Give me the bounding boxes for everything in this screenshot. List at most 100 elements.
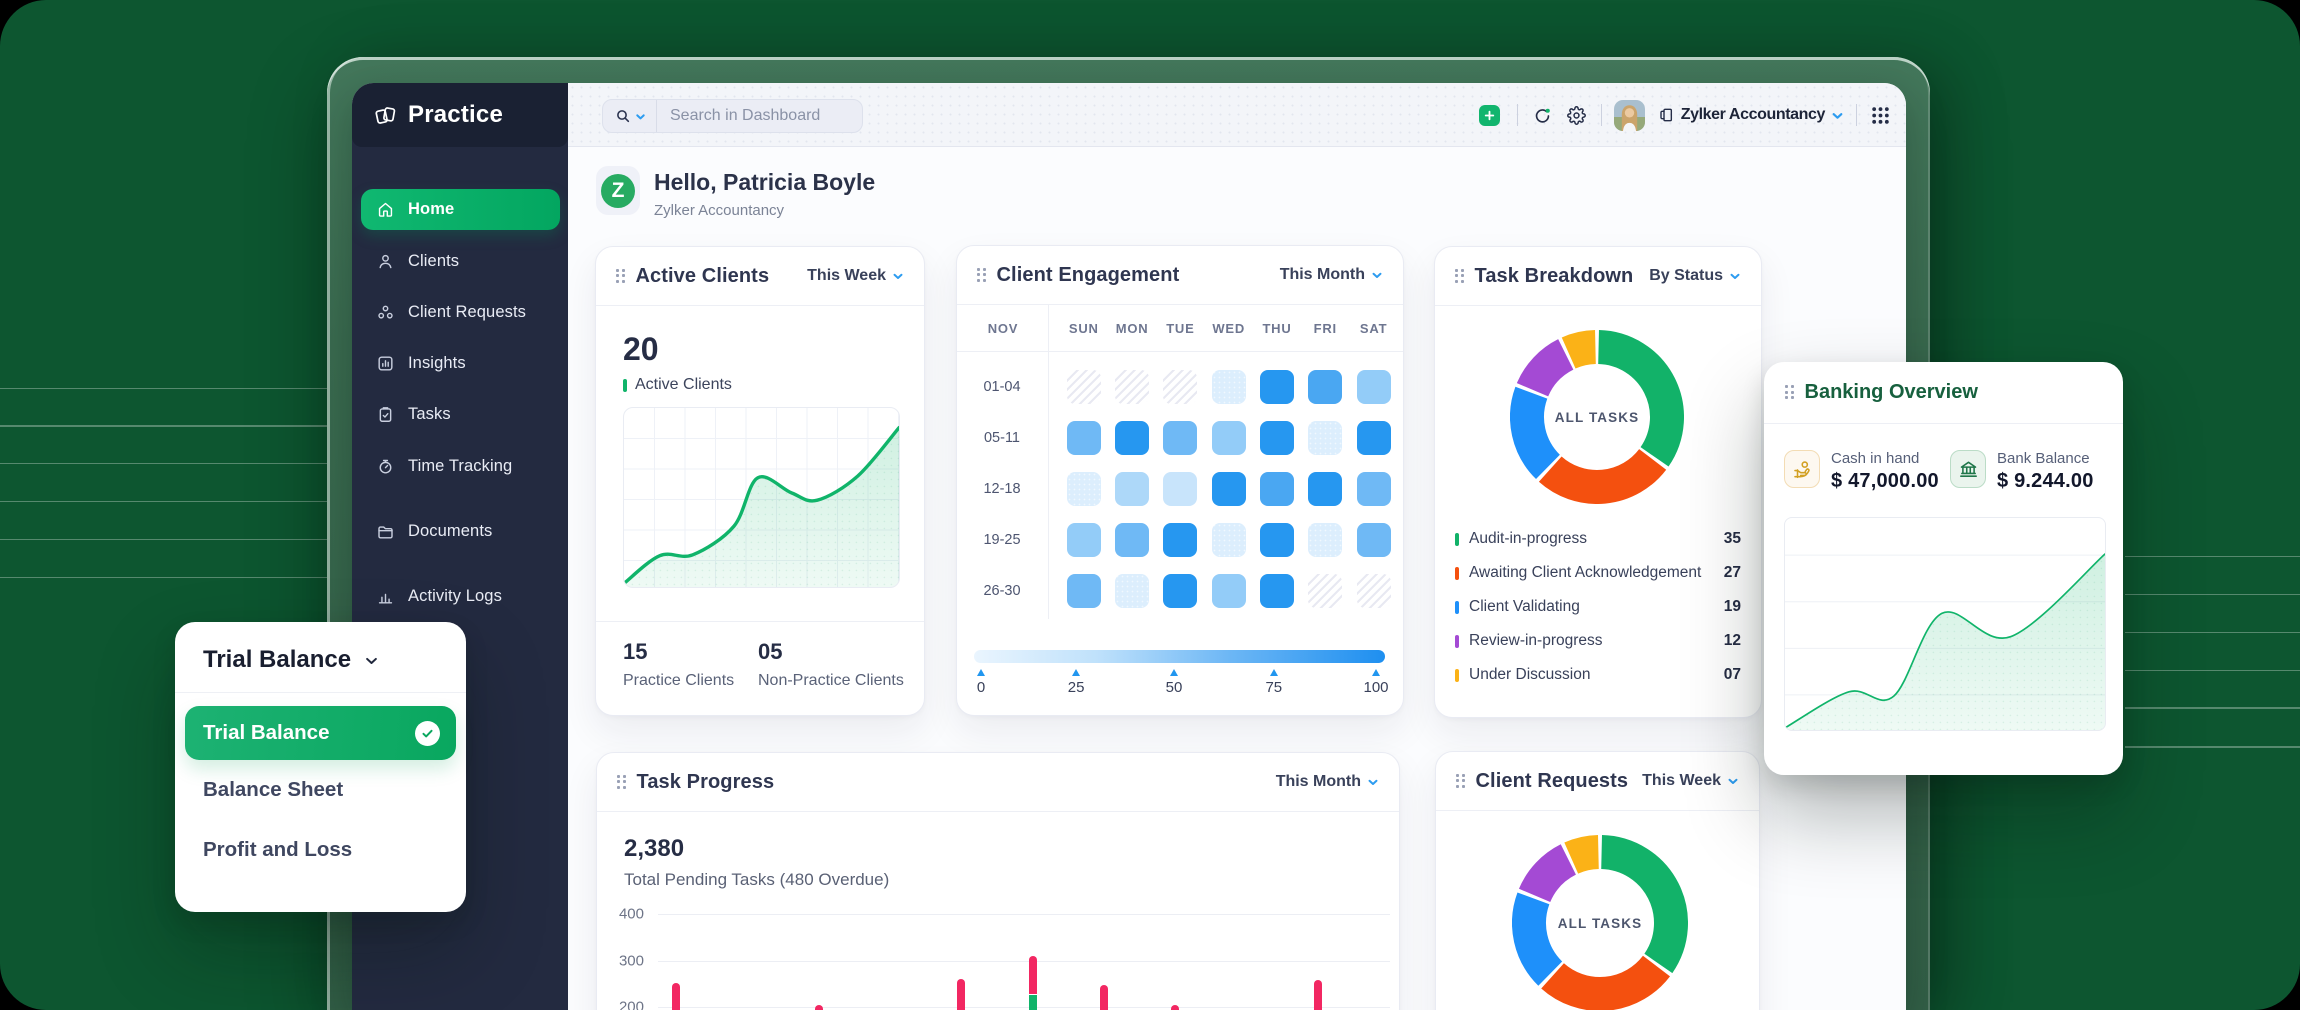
heatmap-cell[interactable] (1357, 523, 1391, 557)
topbar-divider (1856, 104, 1857, 126)
sidebar-item-clients[interactable]: Clients (361, 241, 560, 282)
banking-stats: Cash in hand $ 47,000.00 Bank Balance $ … (1784, 450, 2113, 493)
heatmap-cell[interactable] (1308, 523, 1342, 557)
heatmap-cell[interactable] (1115, 523, 1149, 557)
sidebar-item-label: Activity Logs (408, 587, 502, 606)
bar-overdue[interactable] (1171, 1005, 1179, 1010)
heatmap-cell[interactable] (1357, 370, 1391, 404)
task-progress-chart: 400 300 200 (597, 753, 1399, 1010)
dropdown-option-profit-and-loss[interactable]: Profit and Loss (185, 820, 456, 880)
bar-overdue[interactable] (957, 979, 965, 1010)
heatmap-cell[interactable] (1260, 523, 1294, 557)
search-input[interactable]: Search in Dashboard (602, 99, 863, 133)
heatmap-cell[interactable] (1212, 523, 1246, 557)
deco-line (2125, 670, 2300, 671)
bar-overdue[interactable] (1100, 985, 1108, 1010)
heatmap-cell[interactable] (1115, 421, 1149, 455)
sidebar-item-activity-logs[interactable]: Activity Logs (361, 576, 560, 617)
drag-handle-icon[interactable] (977, 268, 987, 283)
active-clients-card: Active Clients This Week 20 Active Clien… (595, 246, 925, 716)
sidebar-item-client-requests[interactable]: Client Requests (361, 292, 560, 333)
heatmap-cell[interactable] (1212, 472, 1246, 506)
dropdown-option-balance-sheet[interactable]: Balance Sheet (185, 760, 456, 820)
sidebar-item-time-tracking[interactable]: Time Tracking (361, 446, 560, 487)
trial-balance-options: Trial BalanceBalance SheetProfit and Los… (175, 693, 466, 880)
stat-value: 05 (758, 639, 904, 665)
heatmap-cell-nodata[interactable] (1115, 370, 1149, 404)
dropdown-option-trial-balance[interactable]: Trial Balance (185, 706, 456, 760)
heatmap-row-label: 05-11 (984, 430, 1020, 446)
stat-value: $ 47,000.00 (1831, 470, 1939, 493)
heatmap-cell[interactable] (1163, 472, 1197, 506)
client-engagement-filter[interactable]: This Month (1280, 266, 1383, 284)
heatmap-cell[interactable] (1067, 523, 1101, 557)
heatmap-cell[interactable] (1212, 370, 1246, 404)
stat-value: $ 9.244.00 (1997, 470, 2094, 493)
chevron-down-icon (1727, 775, 1739, 787)
apps-grid-button[interactable] (1871, 106, 1890, 125)
legend-label: Under Discussion (1469, 666, 1590, 684)
y-axis-label: 300 (598, 952, 644, 969)
legend-value: 07 (1724, 666, 1741, 684)
search-scope-dropdown[interactable] (603, 100, 657, 132)
y-axis-label: 200 (598, 998, 644, 1010)
settings-button[interactable] (1567, 106, 1586, 125)
bar-overdue[interactable] (672, 983, 680, 1010)
chevron-down-icon[interactable] (1831, 109, 1844, 122)
heatmap-cell[interactable] (1357, 421, 1391, 455)
heatmap-cell[interactable] (1067, 472, 1101, 506)
active-clients-filter[interactable]: This Week (807, 267, 904, 285)
heatmap-cell[interactable] (1115, 472, 1149, 506)
org-switcher[interactable]: Zylker Accountancy (1681, 106, 1825, 124)
user-avatar[interactable] (1614, 100, 1645, 131)
heatmap-cell-nodata[interactable] (1067, 370, 1101, 404)
heatmap-cell[interactable] (1357, 472, 1391, 506)
bar-completed[interactable] (1029, 995, 1037, 1010)
drag-handle-icon[interactable] (616, 269, 626, 284)
sidebar-item-tasks[interactable]: Tasks (361, 394, 560, 435)
drag-handle-icon[interactable] (1456, 774, 1466, 789)
heatmap-cell-nodata[interactable] (1308, 574, 1342, 608)
heatmap-cell[interactable] (1163, 523, 1197, 557)
heatmap-cell[interactable] (1163, 421, 1197, 455)
heatmap-cell[interactable] (1308, 472, 1342, 506)
sidebar-item-home[interactable]: Home (361, 189, 560, 230)
heatmap-cell[interactable] (1115, 574, 1149, 608)
heatmap-cell[interactable] (1067, 421, 1101, 455)
heatmap-cell[interactable] (1260, 574, 1294, 608)
colorbar-tick-icon (1372, 669, 1380, 676)
heatmap-cell[interactable] (1308, 421, 1342, 455)
client-engagement-header: Client Engagement This Month (957, 246, 1403, 305)
active-clients-chart (623, 407, 900, 588)
drag-handle-icon[interactable] (1785, 385, 1795, 400)
heatmap-cell[interactable] (1260, 472, 1294, 506)
legend-label: Review-in-progress (1469, 632, 1603, 650)
heatmap-cell[interactable] (1163, 574, 1197, 608)
drag-handle-icon[interactable] (1455, 269, 1465, 284)
heatmap-cell-nodata[interactable] (1357, 574, 1391, 608)
trial-balance-header[interactable]: Trial Balance (175, 622, 466, 693)
heatmap-row-label: 12-18 (983, 481, 1020, 497)
sync-button[interactable] (1533, 106, 1552, 125)
sidebar-item-insights[interactable]: Insights (361, 343, 560, 384)
bar-overdue[interactable] (1314, 980, 1322, 1010)
add-new-button[interactable] (1479, 105, 1500, 126)
sidebar-item-label: Client Requests (408, 303, 526, 322)
deco-line (0, 463, 328, 464)
heatmap-cell[interactable] (1260, 370, 1294, 404)
heatmap-cell[interactable] (1067, 574, 1101, 608)
bar-overdue[interactable] (1029, 956, 1037, 994)
bar-overdue[interactable] (815, 1005, 823, 1010)
heatmap-cell-nodata[interactable] (1163, 370, 1197, 404)
heatmap-cell[interactable] (1260, 421, 1294, 455)
client-requests-filter[interactable]: This Week (1642, 772, 1739, 790)
active-clients-value-label: Active Clients (623, 376, 732, 394)
sidebar-item-documents[interactable]: Documents (361, 511, 560, 552)
task-breakdown-filter[interactable]: By Status (1649, 267, 1741, 285)
colorbar-tick-icon (1270, 669, 1278, 676)
app-logo[interactable]: Practice (352, 83, 568, 147)
heatmap-cell[interactable] (1212, 574, 1246, 608)
heatmap-cell[interactable] (1212, 421, 1246, 455)
heatmap-cell[interactable] (1308, 370, 1342, 404)
gridline (658, 1007, 1390, 1008)
